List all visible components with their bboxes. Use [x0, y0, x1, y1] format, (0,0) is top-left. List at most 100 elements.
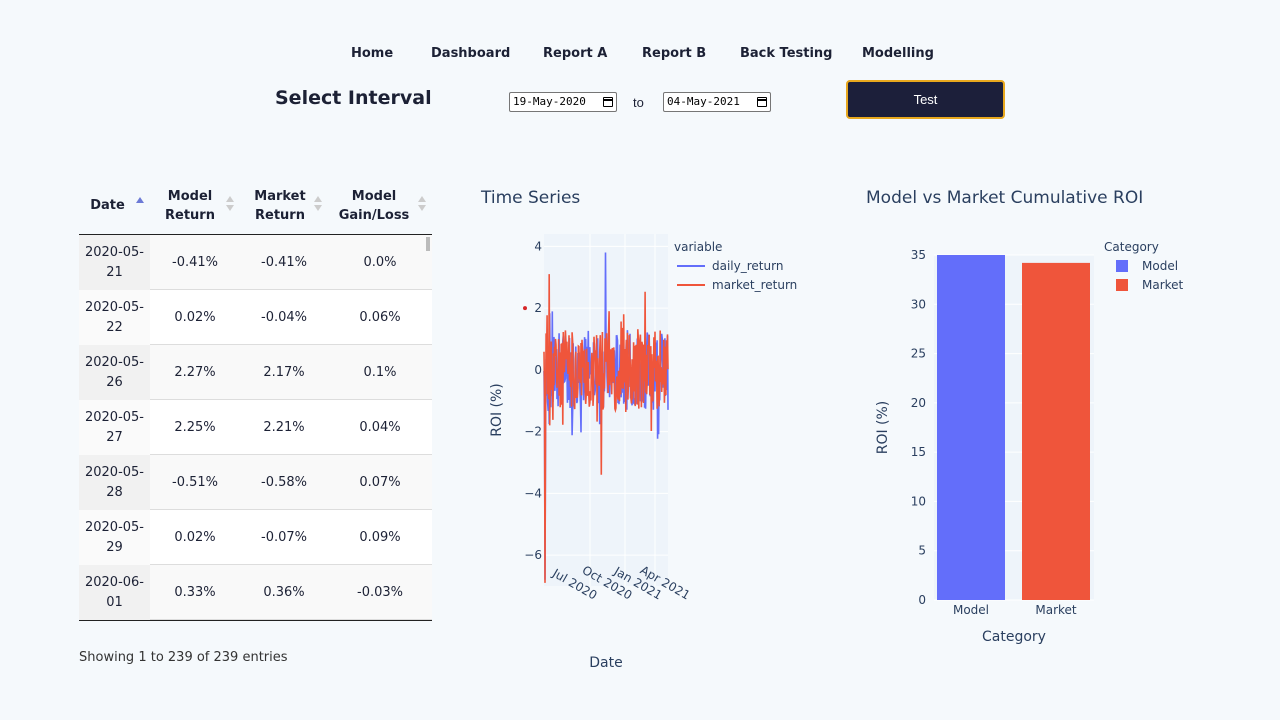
- table-info: Showing 1 to 239 of 239 entries: [79, 650, 288, 665]
- model-return-cell: -0.41%: [172, 254, 218, 270]
- column-header-label: Date: [90, 198, 125, 213]
- legend-swatch: [1116, 279, 1128, 291]
- sort-icon: [418, 196, 426, 214]
- calendar-icon[interactable]: [603, 97, 613, 107]
- y-tick-label: 25: [911, 347, 926, 361]
- calendar-icon[interactable]: [757, 97, 767, 107]
- nav-home-link[interactable]: Home: [351, 46, 393, 61]
- end-date-value: 04-May-2021: [667, 95, 740, 108]
- start-date-value: 19-May-2020: [513, 95, 586, 108]
- table-row: 2020-06-01 0.33% 0.36% -0.03%: [79, 565, 432, 620]
- bar-model: [937, 255, 1005, 600]
- legend-title: variable: [674, 240, 722, 254]
- gain-loss-cell: -0.03%: [357, 584, 403, 600]
- gain-loss-cell: 0.06%: [359, 309, 401, 325]
- table-row: 2020-05-28 -0.51% -0.58% 0.07%: [79, 455, 432, 510]
- legend-label: daily_return: [712, 259, 783, 273]
- top-nav: Home Dashboard Report A Report B Back Te…: [0, 46, 1280, 68]
- nav-report-b-link[interactable]: Report B: [642, 46, 706, 61]
- y-axis-title: ROI (%): [875, 401, 891, 455]
- y-axis-title: ROI (%): [489, 383, 505, 437]
- y-tick-label: 35: [911, 248, 926, 262]
- nav-report-a-link[interactable]: Report A: [543, 46, 607, 61]
- model-return-cell: 0.02%: [174, 309, 216, 325]
- nav-modelling-link[interactable]: Modelling: [862, 46, 934, 61]
- table-row: 2020-05-26 2.27% 2.17% 0.1%: [79, 345, 432, 400]
- gain-loss-cell: 0.1%: [363, 364, 397, 380]
- x-axis-title: Category: [982, 629, 1046, 645]
- cumulative-roi-chart: 0 5 10 15 20 25 30 35 Model Market ROI (%) Category…: [875, 240, 1184, 645]
- market-return-cell: 2.21%: [263, 419, 305, 435]
- y-tick-label: 15: [911, 445, 926, 459]
- returns-table: Date Model Return Market Return Model Ga…: [79, 176, 432, 621]
- nav-dashboard-link[interactable]: Dashboard: [431, 46, 510, 61]
- gain-loss-cell: 0.04%: [359, 419, 401, 435]
- date-cell: 2020-05-22: [79, 290, 150, 345]
- y-tick-label: 0: [534, 363, 542, 377]
- table-scrollbar[interactable]: [426, 237, 430, 251]
- date-cell: 2020-05-27: [79, 400, 150, 455]
- time-series-chart: 420−2−4−6Jul 2020Oct 2020Jan 2021Apr 202…: [489, 234, 797, 671]
- y-tick-label: 30: [911, 297, 926, 311]
- table-header: Date Model Return Market Return Model Ga…: [79, 176, 432, 235]
- legend-label: Model: [1142, 259, 1178, 273]
- date-cell: 2020-05-29: [79, 510, 150, 565]
- y-tick-label: 0: [918, 593, 926, 607]
- to-label: to: [633, 95, 644, 110]
- gain-loss-cell: 0.09%: [359, 529, 401, 545]
- model-return-cell: 2.27%: [174, 364, 216, 380]
- table-row: 2020-05-27 2.25% 2.21% 0.04%: [79, 400, 432, 455]
- y-tick-label: −4: [524, 486, 542, 500]
- column-header-market-return[interactable]: Market Return: [240, 176, 328, 235]
- legend-label: Market: [1142, 278, 1184, 292]
- select-interval-title: Select Interval: [275, 87, 432, 109]
- market-return-cell: -0.58%: [261, 474, 307, 490]
- column-header-model-return[interactable]: Model Return: [150, 176, 240, 235]
- y-tick-label: −2: [524, 425, 542, 439]
- column-header-label: Market Return: [254, 188, 306, 223]
- market-return-cell: -0.04%: [261, 309, 307, 325]
- table-row: 2020-05-22 0.02% -0.04% 0.06%: [79, 290, 432, 345]
- legend-label: market_return: [712, 278, 797, 292]
- column-header-label: Model Return: [165, 188, 215, 223]
- end-date-input[interactable]: 04-May-2021: [663, 92, 771, 112]
- y-tick-label: 2: [534, 301, 542, 315]
- y-tick-label: 20: [911, 396, 926, 410]
- market-return-cell: 2.17%: [263, 364, 305, 380]
- column-header-label: Model Gain/Loss: [338, 188, 410, 223]
- market-return-cell: 0.36%: [263, 584, 305, 600]
- date-cell: 2020-05-21: [79, 235, 150, 290]
- column-header-date[interactable]: Date: [79, 176, 150, 235]
- model-return-cell: 0.02%: [174, 529, 216, 545]
- x-tick-label: Market: [1035, 603, 1077, 617]
- model-return-cell: 0.33%: [174, 584, 216, 600]
- gain-loss-cell: 0.0%: [363, 254, 397, 270]
- sort-ascending-icon: [136, 197, 144, 215]
- market-return-cell: -0.07%: [261, 529, 307, 545]
- bar-market: [1022, 262, 1090, 600]
- start-date-input[interactable]: 19-May-2020: [509, 92, 617, 112]
- marker-dot: [523, 306, 527, 311]
- table-row: 2020-05-29 0.02% -0.07% 0.09%: [79, 510, 432, 565]
- table-row: 2020-05-21 -0.41% -0.41% 0.0%: [79, 235, 432, 290]
- date-cell: 2020-05-28: [79, 455, 150, 510]
- nav-back-testing-link[interactable]: Back Testing: [740, 46, 833, 61]
- legend-swatch: [1116, 260, 1128, 272]
- column-header-model-gain-loss[interactable]: Model Gain/Loss: [328, 176, 432, 235]
- table-body[interactable]: 2020-05-21 -0.41% -0.41% 0.0% 2020-05-22 0.02…: [79, 235, 432, 621]
- date-cell: 2020-06-01: [79, 565, 150, 620]
- sort-icon: [226, 196, 234, 214]
- y-tick-label: −6: [524, 548, 542, 562]
- test-button[interactable]: Test: [846, 80, 1005, 119]
- legend-title: Category: [1104, 240, 1159, 254]
- sort-icon: [314, 196, 322, 214]
- y-tick-label: 10: [911, 494, 926, 508]
- gain-loss-cell: 0.07%: [359, 474, 401, 490]
- cumulative-roi-title: Model vs Market Cumulative ROI: [866, 188, 1144, 208]
- market-return-cell: -0.41%: [261, 254, 307, 270]
- x-axis-title: Date: [589, 655, 622, 671]
- y-tick-label: 5: [918, 544, 926, 558]
- model-return-cell: -0.51%: [172, 474, 218, 490]
- y-tick-label: 4: [534, 239, 542, 253]
- x-tick-label: Model: [953, 603, 989, 617]
